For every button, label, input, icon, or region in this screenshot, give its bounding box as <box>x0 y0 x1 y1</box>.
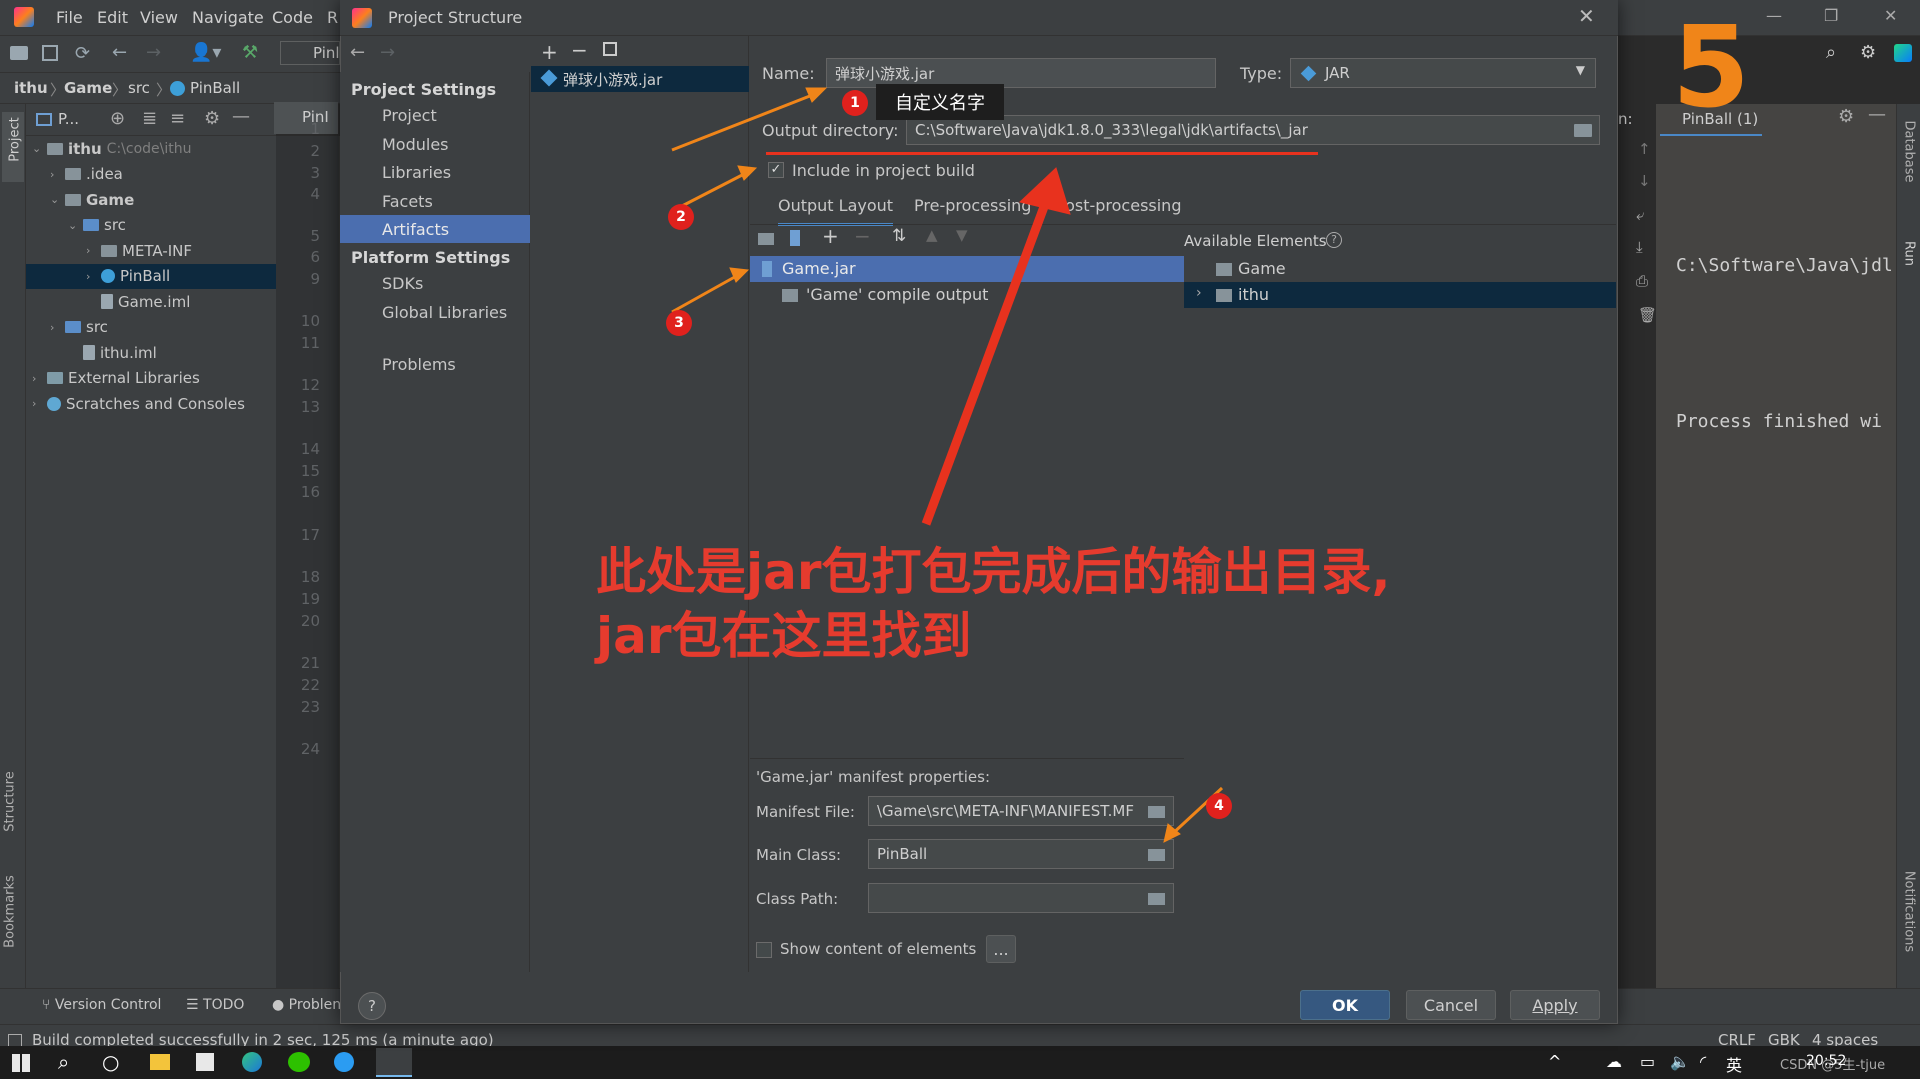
orange-arrow-3 <box>671 272 741 314</box>
note-line-2: jar包在这里找到 <box>596 607 972 665</box>
custom-name-annotation: 自定义名字 <box>876 84 1004 120</box>
annotation-badge-1: 1 <box>842 90 868 116</box>
annotation-badge-2: 2 <box>668 204 694 230</box>
output-directory-note: 此处是jar包打包完成后的输出目录, jar包在这里找到 <box>596 540 1496 668</box>
orange-arrowhead-2 <box>737 165 758 181</box>
red-arrow-shaft <box>921 194 1053 526</box>
red-arrowhead <box>1018 167 1071 215</box>
orange-arrow-2 <box>681 170 749 208</box>
orange-arrowhead-1 <box>805 87 828 103</box>
note-line-1: 此处是jar包打包完成后的输出目录, <box>596 543 1391 601</box>
annotation-badge-4: 4 <box>1206 793 1232 819</box>
annotation-badge-3: 3 <box>666 310 692 336</box>
orange-arrowhead-3 <box>729 267 750 283</box>
orange-arrow-1 <box>671 90 821 152</box>
orange-arrowhead-4 <box>1163 823 1181 843</box>
